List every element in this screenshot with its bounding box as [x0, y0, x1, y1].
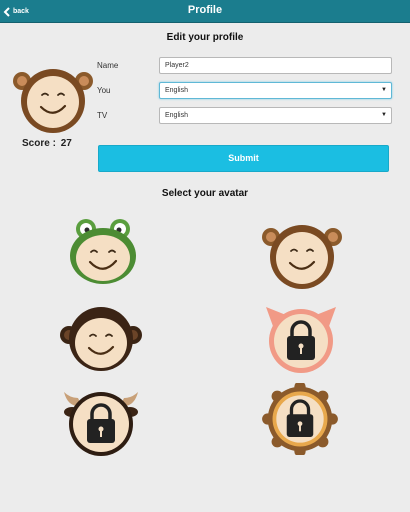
top-bar: back Profile [0, 0, 410, 23]
you-language-label: You [97, 86, 111, 95]
tv-language-label: TV [97, 111, 108, 120]
monkey-avatar-icon [13, 69, 93, 133]
name-label: Name [97, 61, 119, 70]
lion-avatar-icon [262, 381, 338, 457]
avatar-option-bull-locked[interactable] [60, 386, 142, 458]
avatar-option-lion-locked[interactable] [259, 381, 341, 457]
bull-avatar-icon [64, 392, 138, 456]
select-avatar-heading: Select your avatar [161, 188, 249, 199]
score-display: Score : 27 [20, 138, 72, 149]
monkey-avatar-icon [262, 225, 342, 289]
score-label: Score : [22, 138, 56, 149]
you-language-value: English [165, 87, 188, 94]
tv-language-value: English [165, 112, 188, 119]
edit-profile-heading: Edit your profile [166, 32, 244, 43]
score-value: 27 [60, 138, 72, 149]
current-avatar [12, 67, 94, 135]
name-value: Player2 [165, 62, 189, 69]
submit-button[interactable]: Submit [98, 145, 389, 172]
tv-language-select[interactable]: English ▼ [159, 107, 392, 124]
avatar-option-pig-locked[interactable] [260, 303, 342, 375]
frog-avatar-icon [70, 219, 136, 284]
pig-avatar-icon [266, 307, 336, 373]
dark-monkey-avatar-icon [60, 307, 142, 371]
page-title: Profile [187, 4, 223, 16]
you-language-select[interactable]: English ▼ [159, 82, 392, 99]
name-field[interactable]: Player2 [159, 57, 392, 74]
avatar-option-monkey-light[interactable] [261, 219, 343, 291]
avatar-option-monkey-dark[interactable] [60, 303, 142, 375]
dropdown-caret-icon: ▼ [381, 87, 387, 93]
avatar-option-frog[interactable] [62, 214, 144, 286]
dropdown-caret-icon: ▼ [381, 112, 387, 118]
